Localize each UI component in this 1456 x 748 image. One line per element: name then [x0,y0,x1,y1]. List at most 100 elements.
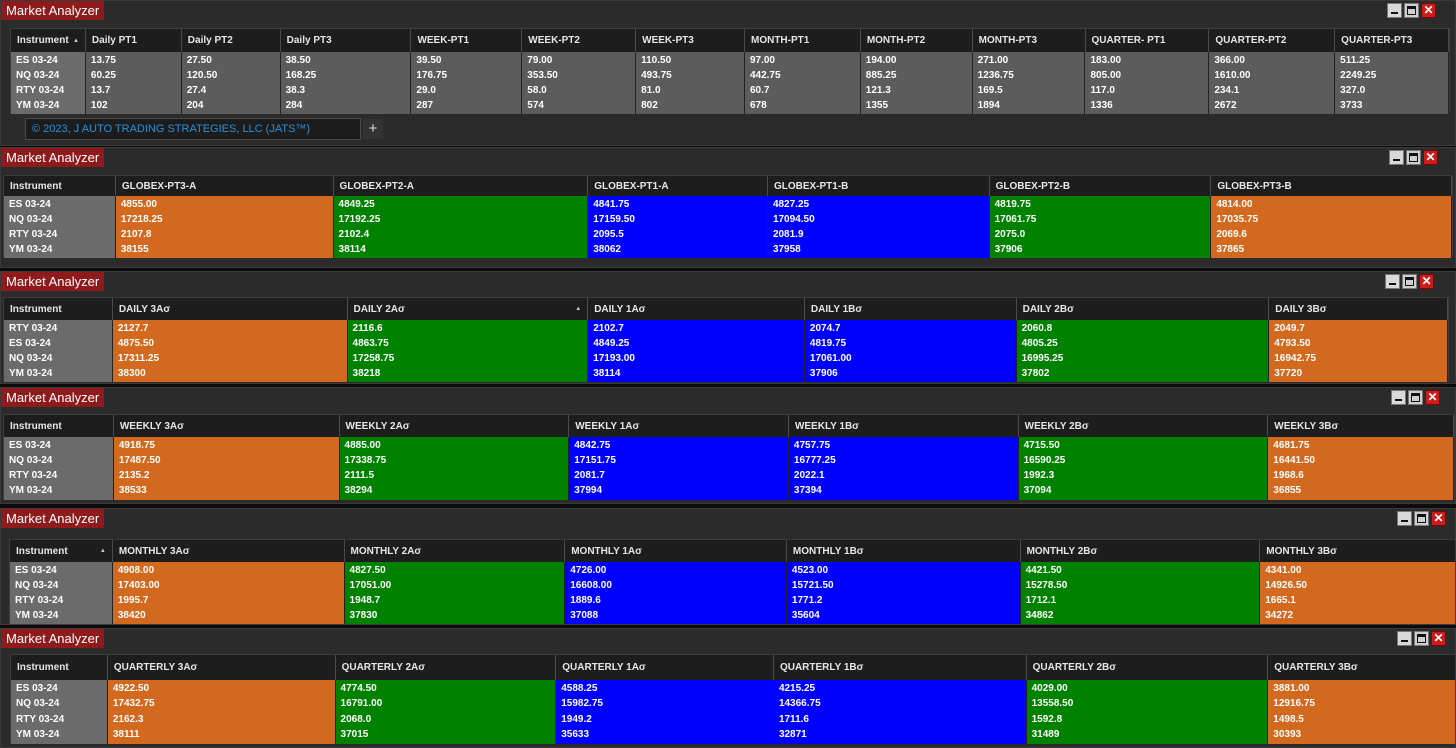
instrument-cell[interactable]: RTY 03-24 [4,469,113,483]
value-cell[interactable]: 4842.75 [569,439,788,453]
value-cell[interactable]: 38.50 [281,54,411,68]
value-cell[interactable]: 1948.7 [345,594,565,608]
value-cell[interactable]: 4793.50 [1269,337,1447,351]
column-header[interactable]: WEEKLY 2Bσ [1019,415,1269,437]
instrument-cell[interactable]: RTY 03-24 [4,322,112,336]
value-cell[interactable]: 37720 [1269,367,1447,381]
value-cell[interactable]: 4588.25 [556,682,773,696]
instrument-cell[interactable]: RTY 03-24 [10,594,112,608]
value-cell[interactable]: 38114 [334,243,588,257]
close-icon[interactable] [1431,511,1446,526]
value-cell[interactable]: 16942.75 [1269,352,1447,366]
column-header[interactable]: WEEK-PT2 [522,29,637,52]
value-cell[interactable]: 32871 [774,728,1026,742]
value-cell[interactable]: 4885.00 [340,439,569,453]
value-cell[interactable]: 14926.50 [1260,579,1455,593]
value-cell[interactable]: 1336 [1085,99,1208,113]
minimize-icon[interactable] [1397,511,1412,526]
value-cell[interactable]: 366.00 [1209,54,1334,68]
value-cell[interactable]: 38300 [113,367,347,381]
column-header[interactable]: WEEKLY 1Aσ [569,415,789,437]
value-cell[interactable]: 2049.7 [1269,322,1447,336]
column-header[interactable]: Instrument ▲ [10,540,113,562]
sort-ascending-icon[interactable]: ▲ [575,306,581,312]
instrument-cell[interactable]: YM 03-24 [4,484,113,498]
column-header[interactable]: QUARTERLY 1Aσ [556,655,774,680]
column-header[interactable]: Instrument [4,176,116,196]
column-header[interactable]: Instrument [4,415,114,437]
instrument-cell[interactable]: ES 03-24 [11,54,85,68]
minimize-icon[interactable] [1385,274,1400,289]
value-cell[interactable]: 15278.50 [1021,579,1260,593]
value-cell[interactable]: 802 [636,99,744,113]
value-cell[interactable]: 38155 [116,243,333,257]
instrument-cell[interactable]: ES 03-24 [4,337,112,351]
value-cell[interactable]: 17192.25 [334,213,588,227]
value-cell[interactable]: 16995.25 [1017,352,1269,366]
value-cell[interactable]: 353.50 [522,69,635,83]
column-header[interactable]: Instrument [4,298,113,320]
value-cell[interactable]: 1610.00 [1209,69,1334,83]
column-header[interactable]: DAILY 2Aσ ▲ [348,298,589,320]
value-cell[interactable]: 37015 [336,728,556,742]
value-cell[interactable]: 2249.25 [1335,69,1448,83]
value-cell[interactable]: 1889.6 [565,594,786,608]
value-cell[interactable]: 1995.7 [113,594,344,608]
value-cell[interactable]: 4681.75 [1268,439,1453,453]
value-cell[interactable]: 3733 [1335,99,1448,113]
value-cell[interactable]: 1236.75 [973,69,1085,83]
column-header[interactable]: DAILY 1Bσ [805,298,1017,320]
value-cell[interactable]: 4849.25 [334,198,588,212]
value-cell[interactable]: 234.1 [1209,84,1334,98]
value-cell[interactable]: 13.7 [86,84,181,98]
close-icon[interactable] [1419,274,1434,289]
value-cell[interactable]: 4757.75 [789,439,1018,453]
value-cell[interactable]: 120.50 [182,69,280,83]
column-header[interactable]: DAILY 3Aσ [113,298,348,320]
maximize-icon[interactable] [1402,274,1417,289]
value-cell[interactable]: 39.50 [411,54,521,68]
value-cell[interactable]: 4855.00 [116,198,333,212]
value-cell[interactable]: 4215.25 [774,682,1026,696]
value-cell[interactable]: 15721.50 [787,579,1020,593]
instrument-cell[interactable]: NQ 03-24 [10,579,112,593]
value-cell[interactable]: 442.75 [745,69,860,83]
column-header[interactable]: WEEKLY 2Aσ [340,415,570,437]
value-cell[interactable]: 37994 [569,484,788,498]
instrument-cell[interactable]: ES 03-24 [10,564,112,578]
value-cell[interactable]: 183.00 [1085,54,1208,68]
value-cell[interactable]: 13.75 [86,54,181,68]
value-cell[interactable]: 37094 [1019,484,1268,498]
value-cell[interactable]: 574 [522,99,635,113]
column-header[interactable]: Instrument [11,655,108,680]
column-header[interactable]: QUARTERLY 3Bσ [1268,655,1455,680]
instrument-cell[interactable]: ES 03-24 [11,682,107,696]
column-header[interactable]: MONTHLY 1Aσ [565,540,787,562]
value-cell[interactable]: 37802 [1017,367,1269,381]
value-cell[interactable]: 4819.75 [990,198,1211,212]
value-cell[interactable]: 12916.75 [1268,697,1455,711]
window-title[interactable]: Market Analyzer [1,148,105,167]
value-cell[interactable]: 36855 [1268,484,1453,498]
value-cell[interactable]: 168.25 [281,69,411,83]
value-cell[interactable]: 17061.00 [805,352,1016,366]
value-cell[interactable]: 15982.75 [556,697,773,711]
value-cell[interactable]: 2102.4 [334,228,588,242]
instrument-cell[interactable]: NQ 03-24 [11,697,107,711]
value-cell[interactable]: 121.3 [861,84,972,98]
value-cell[interactable]: 17432.75 [108,697,335,711]
column-header[interactable]: MONTHLY 3Aσ [113,540,345,562]
instrument-cell[interactable]: RTY 03-24 [11,713,107,727]
maximize-icon[interactable] [1408,390,1423,405]
value-cell[interactable]: 1771.2 [787,594,1020,608]
value-cell[interactable]: 60.25 [86,69,181,83]
value-cell[interactable]: 4421.50 [1021,564,1260,578]
value-cell[interactable]: 4029.00 [1027,682,1268,696]
value-cell[interactable]: 60.7 [745,84,860,98]
column-header[interactable]: QUARTERLY 2Bσ [1027,655,1269,680]
value-cell[interactable]: 287 [411,99,521,113]
minimize-icon[interactable] [1389,150,1404,165]
close-icon[interactable] [1421,3,1436,18]
value-cell[interactable]: 37865 [1211,243,1451,257]
value-cell[interactable]: 38.3 [281,84,411,98]
